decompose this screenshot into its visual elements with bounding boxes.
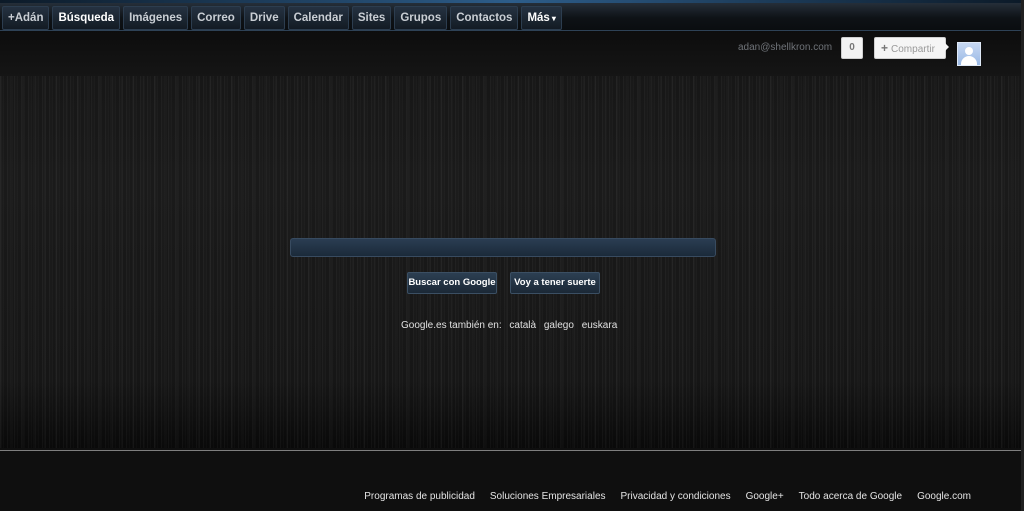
- search-input[interactable]: [290, 238, 716, 257]
- footer-link-privacy[interactable]: Privacidad y condiciones: [621, 491, 731, 502]
- language-link-catalan[interactable]: català: [509, 320, 536, 331]
- avatar-head-shape: [965, 47, 973, 55]
- account-email[interactable]: adan@shellkron.com: [738, 42, 832, 53]
- nav-item-mail[interactable]: Correo: [191, 6, 241, 30]
- plus-icon: +: [881, 41, 889, 55]
- chevron-down-icon: ▾: [551, 14, 556, 23]
- user-avatar-icon[interactable]: [957, 42, 981, 66]
- share-button[interactable]: + Compartir: [874, 37, 946, 59]
- language-link-galician[interactable]: galego: [544, 320, 574, 331]
- nav-item-profile[interactable]: +Adán: [2, 6, 50, 30]
- feeling-lucky-button[interactable]: Voy a tener suerte: [510, 272, 600, 294]
- avatar-body-shape: [961, 56, 977, 65]
- app-navigation: +Adán Búsqueda Imágenes Correo Drive Cal…: [2, 6, 562, 30]
- nav-item-groups[interactable]: Grupos: [394, 6, 448, 30]
- nav-item-images[interactable]: Imágenes: [123, 6, 189, 30]
- nav-item-more[interactable]: Más ▾: [521, 6, 562, 30]
- top-navigation-bar: +Adán Búsqueda Imágenes Correo Drive Cal…: [0, 0, 1024, 31]
- nav-item-sites[interactable]: Sites: [351, 6, 392, 30]
- nav-item-contacts[interactable]: Contactos: [450, 6, 519, 30]
- nav-item-calendar[interactable]: Calendar: [287, 6, 349, 30]
- footer-divider: [0, 450, 1024, 451]
- share-button-label: Compartir: [891, 44, 935, 55]
- notification-count-button[interactable]: 0: [841, 37, 863, 59]
- footer-links: Programas de publicidad Soluciones Empre…: [364, 491, 971, 502]
- footer-link-google-plus[interactable]: Google+: [746, 491, 784, 502]
- footer-link-advertising[interactable]: Programas de publicidad: [364, 491, 475, 502]
- footer-link-google-com[interactable]: Google.com: [917, 491, 971, 502]
- footer-link-about[interactable]: Todo acerca de Google: [799, 491, 902, 502]
- language-link-basque[interactable]: euskara: [582, 320, 618, 331]
- language-intro-text: Google.es también en:: [401, 320, 502, 331]
- account-bar: [0, 31, 1024, 76]
- footer-link-business[interactable]: Soluciones Empresariales: [490, 491, 606, 502]
- language-links: Google.es también en: català galego eusk…: [401, 320, 617, 331]
- nav-item-drive[interactable]: Drive: [243, 6, 285, 30]
- nav-item-search[interactable]: Búsqueda: [52, 6, 121, 30]
- google-search-button[interactable]: Buscar con Google: [407, 272, 497, 294]
- nav-item-more-label: Más: [527, 12, 550, 24]
- share-pointer-arrow: [944, 42, 949, 52]
- top-bar-highlight: [0, 0, 1024, 3]
